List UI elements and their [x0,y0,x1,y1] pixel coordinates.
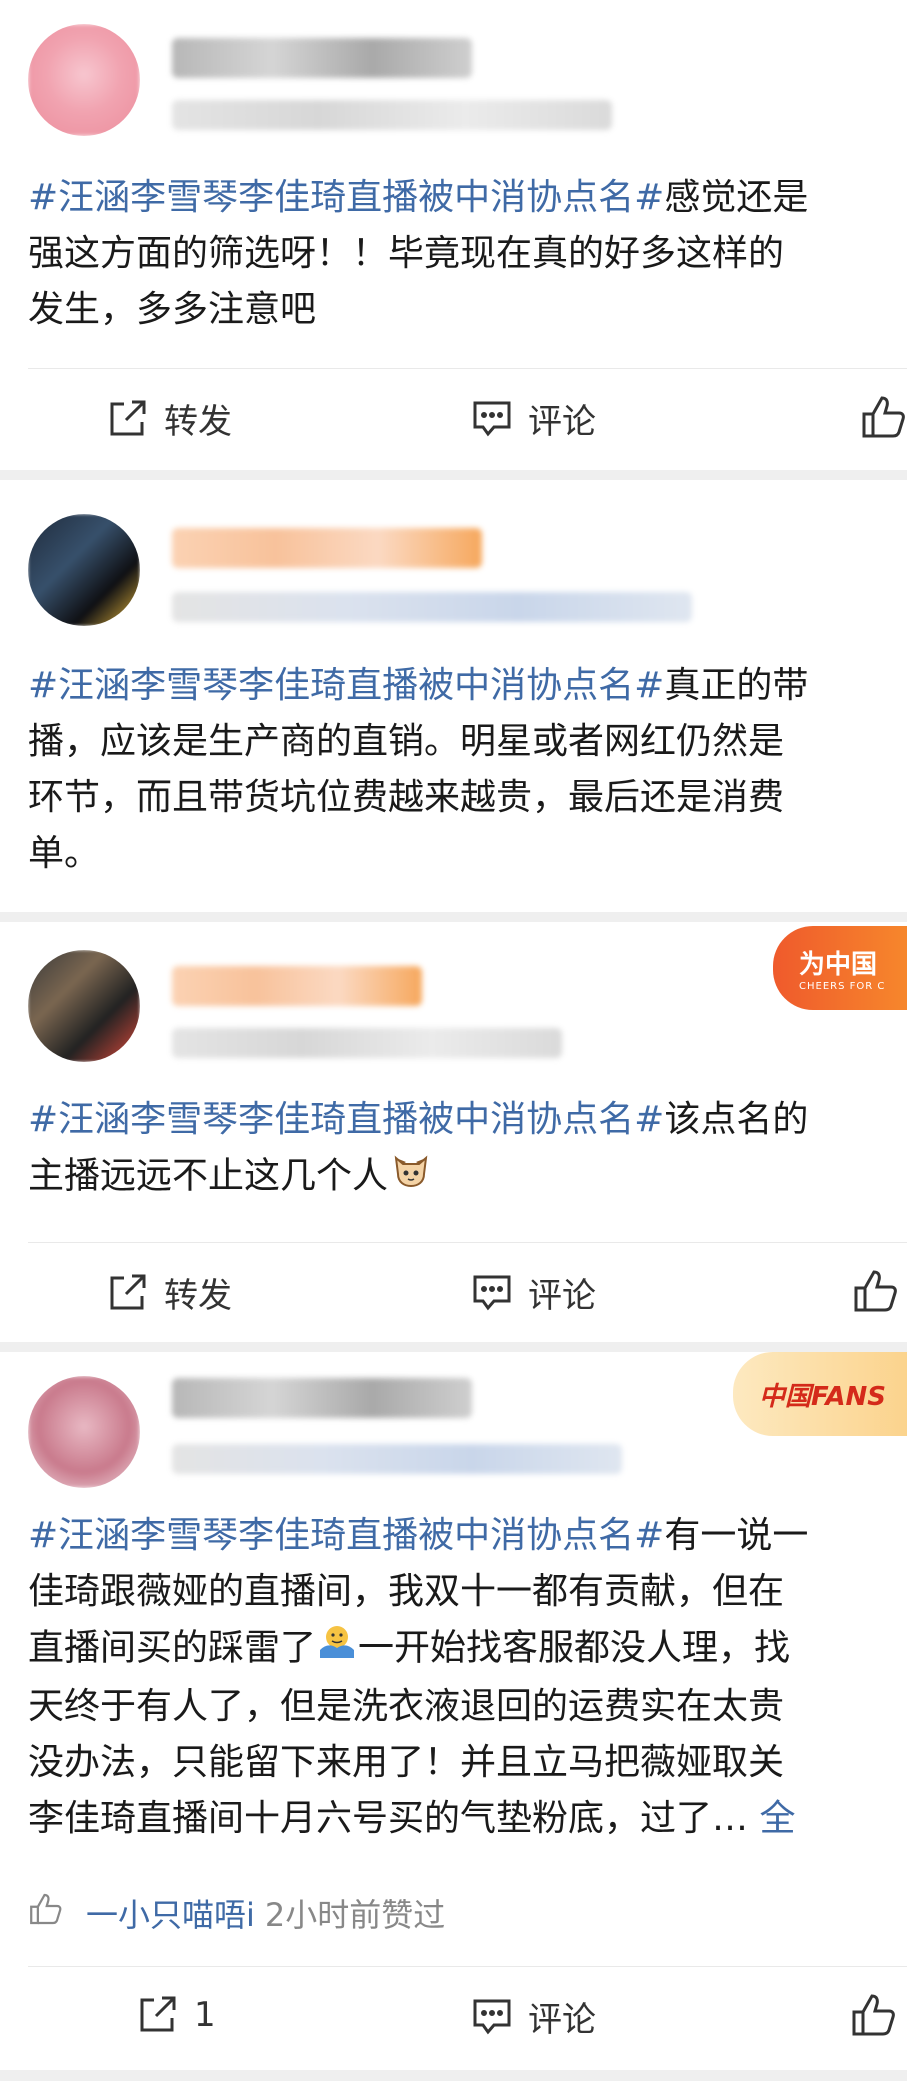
post-text: #汪涵李雪琴李佳琦直播被中消协点名#有一说一 佳琦跟薇娅的直播间，我双十一都有贡… [28,1515,809,1839]
like-button[interactable] [850,1992,898,2038]
post-text: #汪涵李雪琴李佳琦直播被中消协点名#该点名的 主播远远不止这几个人 [28,1092,907,1207]
comment-icon [470,1995,514,2039]
liker-name[interactable]: 一小只喵唔i [86,1890,255,1936]
event-badge[interactable]: 为中国 CHEERS FOR C [773,926,907,1010]
post-card: 中国FANS #汪涵李雪琴李佳琦直播被中消协点名#有一说一 佳琦跟薇娅的直播间，… [0,1352,907,2070]
like-button[interactable] [860,394,907,440]
username-blurred[interactable] [172,966,422,1006]
avatar[interactable] [28,950,140,1062]
share-icon [104,396,150,442]
like-button[interactable] [852,1268,900,1314]
topic-link[interactable]: #汪涵李雪琴李佳琦直播被中消协点名# [28,1099,664,1140]
username-blurred[interactable] [172,1378,472,1418]
liked-by-row: 一小只喵唔i 2小时前赞过 [28,1890,445,1936]
liked-time: 2小时前赞过 [264,1896,446,1934]
comment-icon [470,1271,514,1315]
avatar[interactable] [28,24,140,136]
divider [28,1242,907,1243]
event-badge[interactable]: 中国FANS [733,1352,907,1436]
avatar[interactable] [28,514,140,626]
username-blurred[interactable] [172,528,482,568]
topic-link[interactable]: #汪涵李雪琴李佳琦直播被中消协点名# [28,177,664,218]
post-meta-blurred [172,1444,622,1474]
post-separator [0,470,907,480]
share-icon [134,1992,180,2038]
avatar[interactable] [28,1376,140,1488]
repost-button[interactable]: 1 [134,1992,216,2038]
post-meta-blurred [172,100,612,130]
comment-icon [470,397,514,441]
post-separator [0,2070,907,2081]
post-card: #汪涵李雪琴李佳琦直播被中消协点名#感觉还是 强这方面的筛选呀！！毕竟现在真的好… [0,0,907,470]
post-text: #汪涵李雪琴李佳琦直播被中消协点名#真正的带 播，应该是生产商的直销。明星或者网… [28,665,809,874]
repost-button[interactable]: 转发 [104,394,232,443]
expand-link[interactable]: 全 [759,1798,795,1839]
topic-link[interactable]: #汪涵李雪琴李佳琦直播被中消协点名# [28,1515,664,1556]
comment-button[interactable]: 评论 [470,1992,596,2041]
post-meta-blurred [172,592,692,622]
post-separator [0,912,907,922]
thumbs-up-icon [860,394,907,440]
comment-button[interactable]: 评论 [470,394,596,443]
divider [28,1966,907,1967]
thumbs-up-icon [852,1268,900,1314]
shrug-emoji-icon [316,1620,358,1679]
post-meta-blurred [172,1028,562,1058]
divider [28,368,907,369]
post-text: #汪涵李雪琴李佳琦直播被中消协点名#感觉还是 强这方面的筛选呀！！毕竟现在真的好… [28,177,809,330]
topic-link[interactable]: #汪涵李雪琴李佳琦直播被中消协点名# [28,665,664,706]
post-separator [0,1342,907,1352]
cat-face-icon [390,1148,432,1207]
comment-button[interactable]: 评论 [470,1268,596,1317]
post-card: #汪涵李雪琴李佳琦直播被中消协点名#真正的带 播，应该是生产商的直销。明星或者网… [0,480,907,912]
repost-button[interactable]: 转发 [104,1268,232,1317]
thumbs-up-icon [28,1892,64,1934]
thumbs-up-icon [850,1992,898,2038]
share-icon [104,1270,150,1316]
post-card: 为中国 CHEERS FOR C #汪涵李雪琴李佳琦直播被中消协点名#该点名的 主… [0,922,907,1342]
username-blurred[interactable] [172,38,472,78]
